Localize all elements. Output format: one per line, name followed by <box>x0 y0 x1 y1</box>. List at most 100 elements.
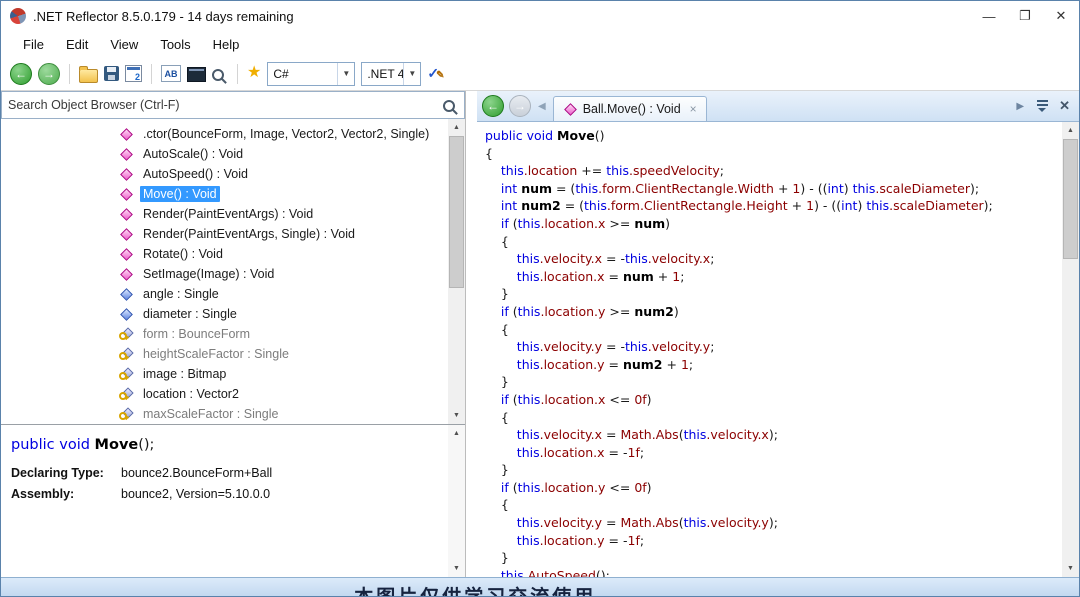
tab-scroll-right-button[interactable]: ▶ <box>1014 101 1026 112</box>
language-dropdown-value: C# <box>268 67 337 81</box>
menu-item-help[interactable]: Help <box>203 34 250 55</box>
window-title: .NET Reflector 8.5.0.179 - 14 days remai… <box>33 9 294 24</box>
tree-scrollbar[interactable]: ▲ ▼ <box>448 119 465 424</box>
tree-item[interactable]: AutoSpeed() : Void <box>1 164 448 184</box>
tree-item[interactable]: .ctor(BounceForm, Image, Vector2, Vector… <box>1 124 448 144</box>
window-controls: — ❐ ✕ <box>971 1 1079 31</box>
tree-item[interactable]: image : Bitmap <box>1 364 448 384</box>
panel-splitter[interactable] <box>466 91 477 577</box>
tree-item-label: diameter : Single <box>140 306 240 322</box>
tree-item[interactable]: AutoScale() : Void <box>1 144 448 164</box>
tab-close-button[interactable]: × <box>690 102 697 116</box>
tree-item[interactable]: SetImage(Image) : Void <box>1 264 448 284</box>
back-button[interactable]: ← <box>10 63 32 85</box>
menu-item-view[interactable]: View <box>100 34 148 55</box>
scroll-down-button[interactable]: ▼ <box>448 560 465 577</box>
tab-list-button[interactable] <box>1035 99 1050 113</box>
scroll-up-button[interactable]: ▲ <box>448 425 465 442</box>
toolbar-separator <box>151 64 152 84</box>
editor-back-button[interactable]: ← <box>482 95 504 117</box>
framework-dropdown[interactable]: .NET 4.5 ▼ <box>361 62 421 86</box>
field-private-icon <box>119 387 133 401</box>
framework-dropdown-value: .NET 4.5 <box>362 67 403 81</box>
code-view: public void Move(){ this.location += thi… <box>477 122 1062 577</box>
reflector-window: .NET Reflector 8.5.0.179 - 14 days remai… <box>0 0 1080 597</box>
code-line: this.AutoSpeed(); <box>485 567 1062 577</box>
scroll-down-button[interactable]: ▼ <box>1062 560 1079 577</box>
search-button[interactable] <box>212 69 224 81</box>
main-area: .ctor(BounceForm, Image, Vector2, Vector… <box>1 91 1079 577</box>
code-line: } <box>485 285 1062 303</box>
menu-item-file[interactable]: File <box>13 34 54 55</box>
tab-scroll-left-button[interactable]: ◀ <box>536 101 548 112</box>
code-line: this.location += this.speedVelocity; <box>485 162 1062 180</box>
code-line: if (this.location.y >= num2) <box>485 303 1062 321</box>
scroll-up-button[interactable]: ▲ <box>448 119 465 136</box>
language-dropdown[interactable]: C# ▼ <box>267 62 355 86</box>
editor-forward-button[interactable]: → <box>509 95 531 117</box>
refresh-button[interactable] <box>125 65 142 82</box>
tree-item[interactable]: Move() : Void <box>1 184 448 204</box>
tree-item[interactable]: diameter : Single <box>1 304 448 324</box>
disassembler-button[interactable] <box>187 67 206 82</box>
object-browser-panel: .ctor(BounceForm, Image, Vector2, Vector… <box>1 91 466 577</box>
forward-button[interactable]: → <box>38 63 60 85</box>
field-icon <box>119 307 133 321</box>
scroll-thumb[interactable] <box>449 136 464 288</box>
tree-item[interactable]: maxScaleFactor : Single <box>1 404 448 424</box>
text-view-button[interactable]: AB <box>161 65 181 82</box>
member-info-panel: public void Move(); Declaring Type:bounc… <box>1 424 465 577</box>
tab-ball-move[interactable]: Ball.Move() : Void × <box>553 96 707 121</box>
tree-item[interactable]: form : BounceForm <box>1 324 448 344</box>
method-icon <box>119 227 133 241</box>
close-button[interactable]: ✕ <box>1043 1 1079 31</box>
tree-item-label: Rotate() : Void <box>140 246 226 262</box>
scroll-up-button[interactable]: ▲ <box>1062 122 1079 139</box>
code-wrap: public void Move(){ this.location += thi… <box>477 122 1079 577</box>
code-line: { <box>485 145 1062 163</box>
code-scrollbar[interactable]: ▲ ▼ <box>1062 122 1079 577</box>
code-line: { <box>485 233 1062 251</box>
tree-item[interactable]: Rotate() : Void <box>1 244 448 264</box>
tree-item-label: Render(PaintEventArgs) : Void <box>140 206 316 222</box>
titlebar: .NET Reflector 8.5.0.179 - 14 days remai… <box>1 1 1079 31</box>
editor-close-button[interactable]: ✕ <box>1059 98 1070 114</box>
tree-item[interactable]: Render(PaintEventArgs, Single) : Void <box>1 224 448 244</box>
tree-item[interactable]: Render(PaintEventArgs) : Void <box>1 204 448 224</box>
toolbar-separator <box>237 64 238 84</box>
code-check-button[interactable]: ✓ <box>427 66 444 81</box>
minimize-button[interactable]: — <box>971 1 1007 31</box>
tree-item-label: image : Bitmap <box>140 366 229 382</box>
code-line: int num2 = (this.form.ClientRectangle.He… <box>485 197 1062 215</box>
code-line: if (this.location.x >= num) <box>485 215 1062 233</box>
search-input[interactable] <box>2 98 443 112</box>
code-line: if (this.location.x <= 0f) <box>485 391 1062 409</box>
field-private-icon <box>119 367 133 381</box>
back-arrow-icon: ← <box>487 100 499 112</box>
save-button[interactable] <box>104 66 119 81</box>
maximize-button[interactable]: ❐ <box>1007 1 1043 31</box>
chevron-down-icon: ▼ <box>403 63 420 85</box>
scroll-thumb[interactable] <box>1063 139 1078 259</box>
menu-item-tools[interactable]: Tools <box>150 34 200 55</box>
menu-item-edit[interactable]: Edit <box>56 34 98 55</box>
code-panel: ← → ◀ Ball.Move() : Void × ▶ ✕ public vo… <box>477 91 1079 577</box>
tree-item[interactable]: heightScaleFactor : Single <box>1 344 448 364</box>
method-icon <box>119 127 133 141</box>
favorites-star-button[interactable]: ★ <box>247 65 261 81</box>
code-line: if (this.location.y <= 0f) <box>485 479 1062 497</box>
tree-item[interactable]: angle : Single <box>1 284 448 304</box>
field-icon <box>119 287 133 301</box>
code-line: int num = (this.form.ClientRectangle.Wid… <box>485 180 1062 198</box>
tree-item-label: location : Vector2 <box>140 386 242 402</box>
tree-item-label: Move() : Void <box>140 186 220 202</box>
open-assembly-button[interactable] <box>79 69 98 83</box>
info-scrollbar[interactable]: ▲ ▼ <box>448 425 465 577</box>
code-line: this.location.x = num + 1; <box>485 268 1062 286</box>
code-line: public void Move() <box>485 127 1062 145</box>
scroll-down-button[interactable]: ▼ <box>448 407 465 424</box>
tree-item-label: Render(PaintEventArgs, Single) : Void <box>140 226 358 242</box>
field-private-icon <box>119 347 133 361</box>
tree-item[interactable]: location : Vector2 <box>1 384 448 404</box>
method-icon <box>119 187 133 201</box>
